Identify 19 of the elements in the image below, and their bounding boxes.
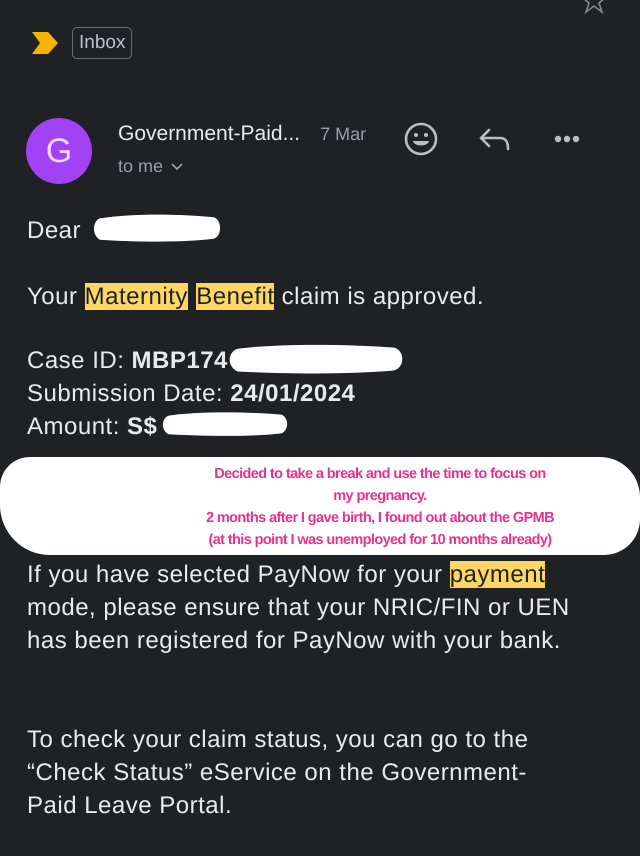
message-paragraph: To check your claim status, you can go to the “Check Status” eService on the Government- Paid Leave Portal.: [27, 725, 530, 821]
chevron-down-icon: [171, 162, 184, 170]
sender-name: Government-Paid...: [118, 122, 300, 146]
detail-text: Amount: S$: [27, 413, 158, 440]
importance-marker-icon[interactable]: [32, 32, 58, 54]
star-icon[interactable]: [582, 0, 606, 14]
detail-text: Submission Date: 24/01/2024: [27, 380, 356, 407]
more-options-icon[interactable]: [554, 135, 580, 143]
detail-text: Case ID: MBP174: [27, 347, 228, 374]
greeting-text: Dear: [27, 217, 82, 244]
message-paragraph: If you have selected PayNow for your payment mode, please ensure that your NRIC/FIN or UEN has been registered for PayNow with your bank.: [27, 560, 571, 656]
message-sentence: Your Maternity Benefit claim is approved.: [27, 282, 486, 312]
recipient-toggle[interactable]: to me: [118, 156, 184, 177]
emoji-react-icon[interactable]: [404, 122, 438, 156]
avatar: G: [26, 118, 92, 184]
message-date: 7 Mar: [320, 124, 366, 145]
reply-icon[interactable]: [478, 127, 510, 151]
label-chip[interactable]: Inbox: [72, 27, 132, 59]
annotation-sticker: Decided to take a break and use the time to focus on my pregnancy. 2 months after I gave birth, I found out about the GPMB (at this point I was unemployed for 10 months already): [0, 457, 640, 555]
